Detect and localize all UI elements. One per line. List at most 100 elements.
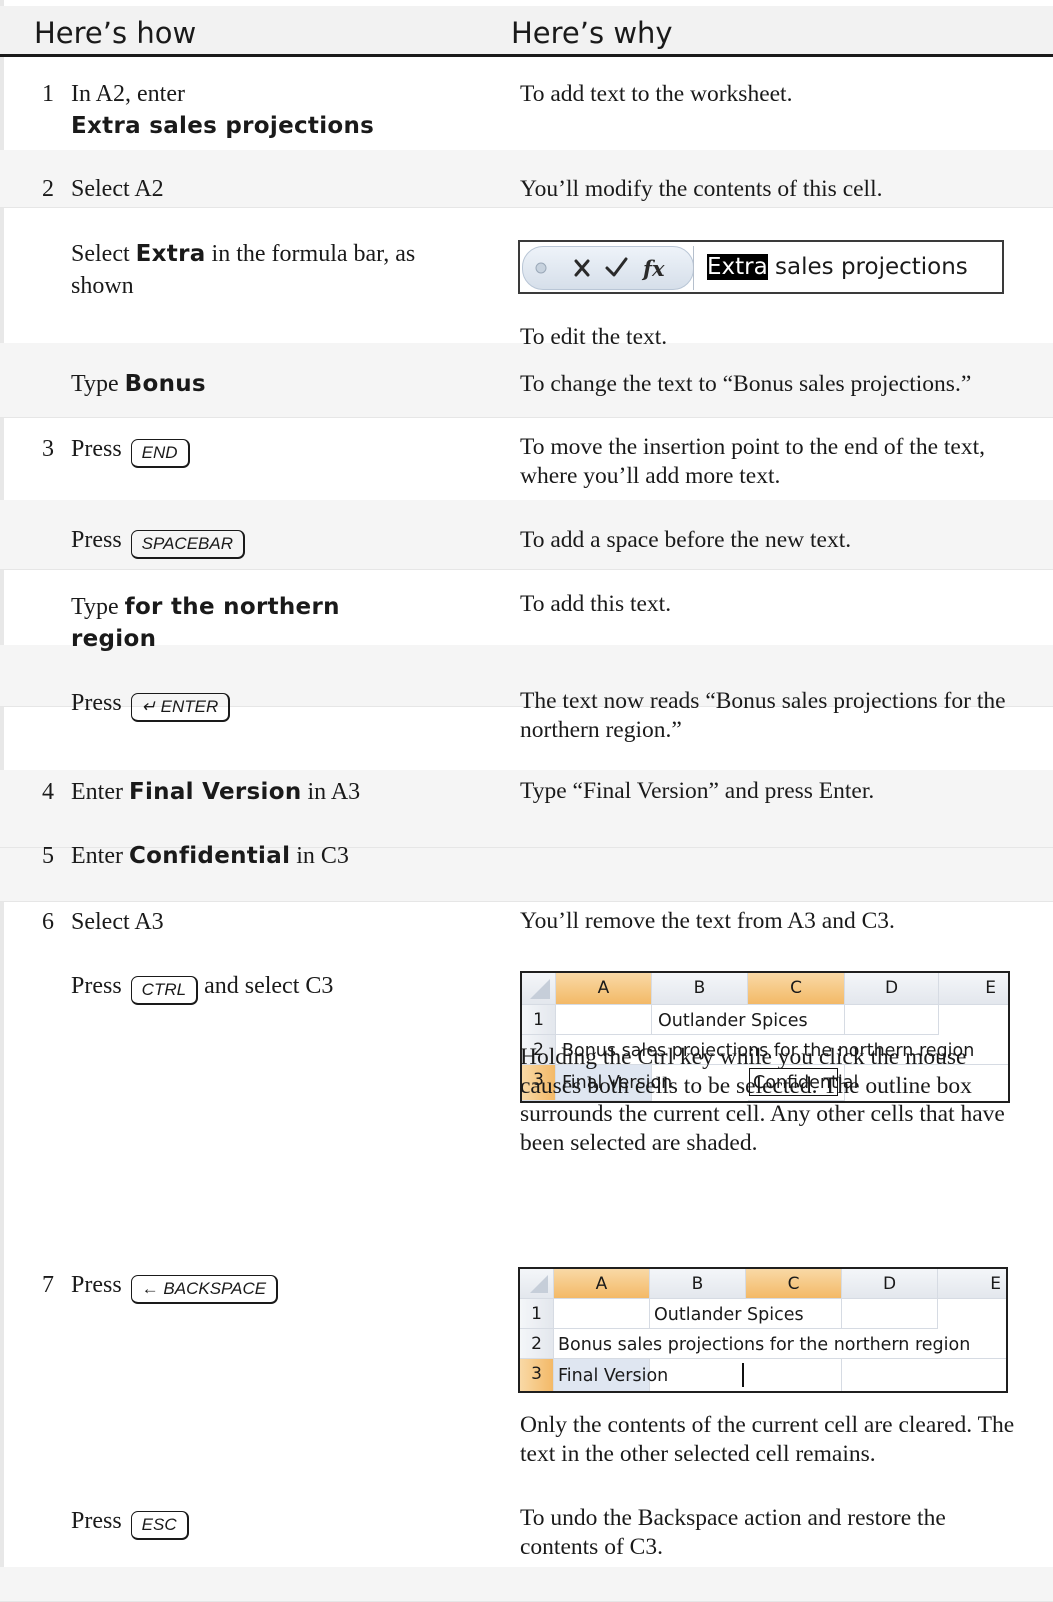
- key-backspace: ← BACKSPACE: [130, 1275, 279, 1304]
- step-instruction: Press ↵ ENTER: [71, 687, 471, 722]
- step-instruction: Select A2: [71, 176, 164, 202]
- column-header-c[interactable]: C: [748, 973, 845, 1005]
- instruction-text: Select: [71, 241, 136, 267]
- instruction-bold: Extra: [135, 241, 206, 267]
- instruction-text: Press: [71, 1272, 128, 1298]
- header-how: Here’s how: [34, 16, 197, 50]
- formula-bar-buttons: fx: [522, 246, 694, 290]
- row-header-3[interactable]: 3: [520, 1359, 554, 1391]
- column-header-c[interactable]: C: [746, 1269, 842, 1299]
- instruction-text: Type: [71, 371, 125, 397]
- instruction-text: Enter: [71, 843, 129, 869]
- instruction-bold: Final Version: [128, 779, 302, 805]
- formula-input[interactable]: Extra sales projections: [707, 248, 968, 286]
- instruction-text: In A2, enter: [71, 81, 185, 107]
- instruction-bold: Confidential: [128, 843, 291, 869]
- step-number: 5: [42, 843, 54, 869]
- column-header-d[interactable]: D: [842, 1269, 938, 1299]
- select-all-corner[interactable]: [522, 973, 556, 1005]
- cell-a1[interactable]: [554, 1299, 650, 1329]
- column-header-a[interactable]: A: [556, 973, 652, 1005]
- step-instruction: Press END: [71, 433, 471, 468]
- step-number: 4: [42, 779, 54, 805]
- cell-b1-text: Outlander Spices: [658, 1011, 808, 1031]
- step-number: 7: [42, 1272, 54, 1298]
- cell-d1[interactable]: [842, 1299, 938, 1329]
- spreadsheet-grid: A B C D E 1 2 3 Outlander Spices Bonus s…: [518, 1267, 1008, 1393]
- name-box-icon: [535, 262, 547, 274]
- step-number: 1: [42, 81, 54, 107]
- instruction-text: and select C3: [198, 973, 334, 999]
- instruction-text: Enter: [71, 779, 129, 805]
- step-explanation: To add text to the worksheet.: [520, 81, 793, 107]
- row-header-1[interactable]: 1: [522, 1005, 556, 1035]
- step-explanation: To move the insertion point to the end o…: [520, 434, 985, 489]
- row-header-1[interactable]: 1: [520, 1299, 554, 1329]
- instruction-text: Press: [71, 1508, 128, 1534]
- column-header-a[interactable]: A: [554, 1269, 650, 1299]
- key-enter: ↵ ENTER: [130, 693, 231, 722]
- select-all-corner[interactable]: [520, 1269, 554, 1299]
- column-header-e[interactable]: E: [939, 973, 1008, 1005]
- step-explanation: The text now reads “Bonus sales projecti…: [520, 688, 1006, 743]
- key-spacebar: SPACEBAR: [130, 530, 245, 559]
- cell-a1[interactable]: [556, 1005, 652, 1035]
- step-explanation: To add a space before the new text.: [520, 527, 852, 553]
- header-divider: [0, 54, 1053, 57]
- step-instruction: In A2, enter Extra sales projections: [71, 78, 471, 142]
- step-instruction: Press ESC: [71, 1505, 471, 1540]
- step-number: 3: [42, 436, 54, 462]
- step-instruction: Press SPACEBAR: [71, 524, 471, 559]
- instruction-text: Type: [71, 594, 125, 620]
- cancel-x-icon: [574, 259, 590, 277]
- row-band: [0, 1567, 1053, 1602]
- cell-d1[interactable]: [845, 1005, 939, 1035]
- enter-check-icon: [605, 257, 628, 277]
- cell-a3-text: Final Version: [558, 1366, 669, 1386]
- step-instruction: Type for the northern region: [71, 591, 431, 655]
- key-ctrl: CTRL: [130, 976, 199, 1005]
- step-instruction: Press CTRL and select C3: [71, 970, 471, 1005]
- formula-bar-divider: [693, 246, 694, 290]
- step-instruction: Press ← BACKSPACE: [71, 1269, 471, 1304]
- key-end: END: [130, 439, 190, 468]
- cell-b1-text: Outlander Spices: [654, 1305, 804, 1325]
- instruction-text: Press: [71, 690, 128, 716]
- instruction-bold: Extra sales projections: [71, 113, 375, 139]
- page: Here’s how Here’s why 1 In A2, enter Ext…: [0, 0, 1053, 1602]
- instruction-text: in C3: [290, 843, 349, 869]
- selected-text: Extra: [707, 254, 768, 280]
- step-instruction: Select Extra in the formula bar, as show…: [71, 238, 461, 302]
- formula-bar: fx Extra sales projections: [518, 240, 1004, 294]
- step-explanation: You’ll remove the text from A3 and C3.: [520, 908, 895, 934]
- key-esc: ESC: [130, 1511, 189, 1540]
- step-explanation: To undo the Backspace action and restore…: [520, 1505, 946, 1560]
- formula-text: sales projections: [767, 254, 968, 280]
- step-instruction: Type Bonus: [71, 368, 471, 400]
- step-explanation: To edit the text.: [520, 324, 668, 350]
- step-instruction: Enter Confidential in C3: [71, 840, 471, 872]
- instruction-text: Press: [71, 973, 128, 999]
- step-explanation: Type “Final Version” and press Enter.: [520, 778, 875, 804]
- function-fx-icon: fx: [641, 256, 665, 281]
- cell-c3[interactable]: [746, 1359, 842, 1391]
- step-instruction: Select A3: [71, 909, 164, 935]
- instruction-bold: Bonus: [124, 371, 206, 397]
- header-why: Here’s why: [511, 16, 673, 50]
- row-header-2[interactable]: 2: [520, 1329, 554, 1359]
- step-explanation: To add this text.: [520, 591, 672, 617]
- column-header-e[interactable]: E: [938, 1269, 1006, 1299]
- column-header-d[interactable]: D: [845, 973, 939, 1005]
- step-explanation: To change the text to “Bonus sales proje…: [520, 371, 972, 397]
- step-explanation: You’ll modify the contents of this cell.: [520, 176, 883, 202]
- step-instruction: Enter Final Version in A3: [71, 776, 471, 808]
- instruction-text: Press: [71, 527, 128, 553]
- column-header-b[interactable]: B: [650, 1269, 746, 1299]
- step-number: 2: [42, 176, 54, 202]
- column-header-b[interactable]: B: [652, 973, 748, 1005]
- step-explanation: Holding the Ctrl key while you click the…: [520, 1044, 1005, 1156]
- step-explanation: Only the contents of the current cell ar…: [520, 1412, 1015, 1467]
- step-number: 6: [42, 909, 54, 935]
- cell-a2-text: Bonus sales projections for the northern…: [558, 1335, 971, 1355]
- instruction-text: Press: [71, 436, 128, 462]
